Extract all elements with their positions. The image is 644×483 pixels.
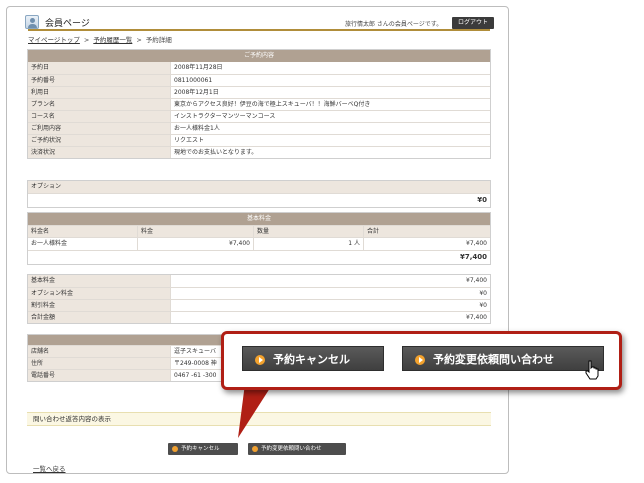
play-circle-icon (415, 355, 425, 365)
change-request-button[interactable]: 予約変更依頼問い合わせ (402, 346, 604, 371)
table-row: 決済状況 現地でのお支払いとなります。 (28, 146, 490, 158)
back-to-list-link[interactable]: 一覧へ戻る (33, 463, 66, 473)
base-fee-total: ¥7,400 (28, 250, 490, 264)
breadcrumb-current: 予約詳細 (145, 36, 172, 44)
table-row: 予約日 2008年11月28日 (28, 62, 490, 74)
table-row: コース名 インストラクターマンツーマンコース (28, 110, 490, 122)
table-row: 割引料金 ¥0 (28, 299, 490, 311)
fee-summary: 基本料金 ¥7,400 オプション料金 ¥0 割引料金 ¥0 合計金額 ¥7,400 (27, 274, 491, 324)
header-rule (28, 29, 490, 31)
change-request-button-small[interactable]: 予約変更依頼問い合わせ (248, 443, 346, 455)
section-heading: 基本料金 (28, 213, 490, 225)
options-total: ¥0 (28, 193, 490, 207)
play-circle-icon (252, 446, 258, 452)
reservation-details: ご予約内容 予約日 2008年11月28日 予約番号 0811000061 利用日 2… (27, 49, 491, 159)
hand-pointer-icon (585, 360, 599, 380)
breadcrumb-mypage-top[interactable]: マイページトップ (28, 36, 80, 44)
table-row: 利用日 2008年12月1日 (28, 86, 490, 98)
fee-table-header: 料金名 料金 数量 合計 (28, 225, 490, 237)
play-circle-icon (255, 355, 265, 365)
table-row: ご利用内容 お一人様料金1人 (28, 122, 490, 134)
options-section: オプション ¥0 (27, 180, 491, 208)
breadcrumb: マイページトップ > 予約履歴一覧 > 予約詳細 (28, 36, 172, 44)
reservation-rows: 予約日 2008年11月28日 予約番号 0811000061 利用日 2008年12… (28, 62, 490, 158)
play-circle-icon (172, 446, 178, 452)
cancel-button[interactable]: 予約キャンセル (242, 346, 384, 371)
table-row: 予約番号 0811000061 (28, 74, 490, 86)
options-header: オプション (28, 181, 490, 193)
table-row: プラン名 東京からアクセス良好！伊豆の海で極上スキューバ！！海鮮バーベQ付き (28, 98, 490, 110)
table-row: お一人様料金 ¥7,400 1 人 ¥7,400 (28, 237, 490, 250)
cancel-button-small[interactable]: 予約キャンセル (168, 443, 238, 455)
enlarged-buttons-callout: 予約キャンセル 予約変更依頼問い合わせ (221, 331, 622, 390)
table-row: 基本料金 ¥7,400 (28, 275, 490, 287)
logout-button[interactable]: ログアウト (452, 17, 494, 29)
base-fee-section: 基本料金 料金名 料金 数量 合計 お一人様料金 ¥7,400 1 人 ¥7,4… (27, 212, 491, 265)
page-title: 会員ページ (45, 19, 90, 29)
table-row: 合計金額 ¥7,400 (28, 311, 490, 323)
table-row: ご予約状況 リクエスト (28, 134, 490, 146)
table-row: オプション料金 ¥0 (28, 287, 490, 299)
member-icon (25, 15, 39, 29)
breadcrumb-reservation-history[interactable]: 予約履歴一覧 (93, 36, 132, 44)
user-greeting: 旅行情太郎 さんの会員ページです。 (345, 21, 443, 28)
section-heading: ご予約内容 (28, 50, 490, 62)
